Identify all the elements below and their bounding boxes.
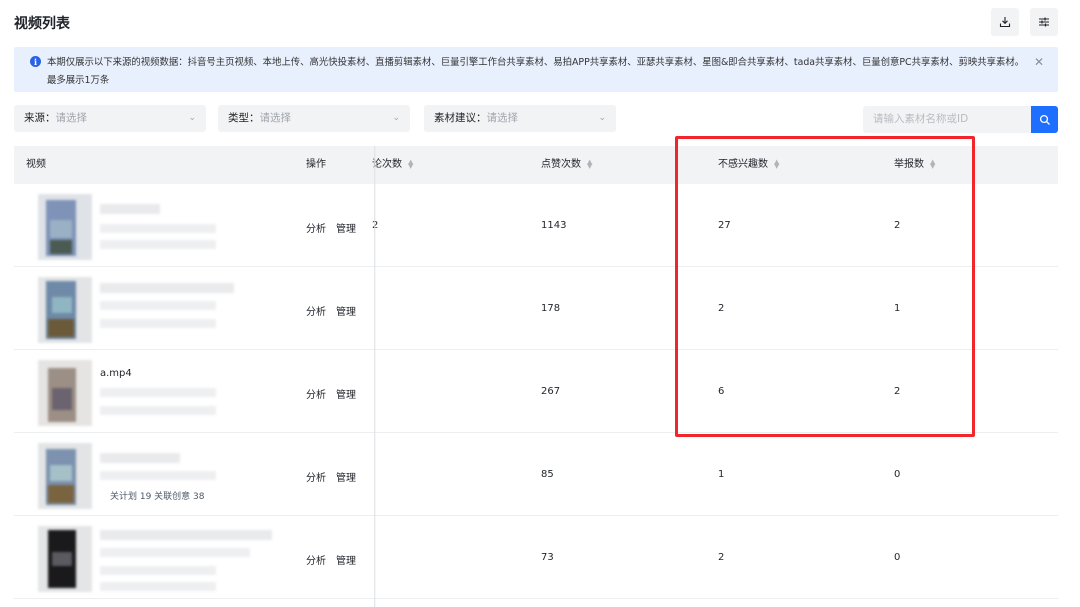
table-row: 分析 管理 73 2 0 — [14, 516, 1058, 599]
col-comments-label: 论次数 — [372, 159, 402, 170]
row-ops: 分析 管理 — [306, 469, 366, 484]
page-title: 视频列表 — [14, 16, 70, 32]
video-meta-blurred — [100, 548, 250, 557]
likes-cell: 1143 — [541, 220, 567, 231]
likes-cell: 73 — [541, 552, 554, 563]
video-meta-blurred — [100, 319, 216, 328]
col-ops: 操作 — [306, 159, 326, 170]
analyze-link[interactable]: 分析 — [306, 307, 326, 318]
column-settings-button[interactable] — [1030, 8, 1058, 36]
video-title-blurred — [100, 283, 234, 293]
dislikes-cell: 1 — [718, 469, 725, 480]
col-likes-label: 点赞次数 — [541, 159, 581, 170]
col-comments[interactable]: 论次数 ▲ ▼ — [372, 146, 413, 184]
video-meta-blurred — [100, 301, 216, 310]
type-select-label: 类型： — [228, 112, 260, 124]
likes-cell: 85 — [541, 469, 554, 480]
video-meta-blurred — [100, 240, 216, 249]
analyze-link[interactable]: 分析 — [306, 390, 326, 401]
sort-icon[interactable]: ▲ ▼ — [587, 159, 592, 170]
likes-cell: 267 — [541, 386, 561, 397]
suggestion-select-placeholder: 请选择 — [486, 112, 519, 124]
row-ops: 分析 管理 — [306, 386, 366, 401]
video-thumbnail[interactable] — [26, 524, 92, 592]
col-likes[interactable]: 点赞次数 ▲ ▼ — [541, 146, 592, 184]
manage-link[interactable]: 管理 — [336, 224, 356, 235]
source-select-placeholder: 请选择 — [55, 112, 88, 124]
download-icon — [999, 17, 1011, 28]
video-thumbnail[interactable] — [26, 441, 92, 509]
chevron-down-icon: ⌄ — [392, 113, 400, 123]
row-ops: 分析 管理 — [306, 552, 366, 567]
notice-text: 本期仅展示以下来源的视频数据：抖音号主页视频、本地上传、高光快投素材、直播剪辑素… — [47, 57, 1025, 86]
manage-link[interactable]: 管理 — [336, 390, 356, 401]
video-meta-blurred — [100, 406, 216, 415]
search-icon — [1039, 114, 1050, 125]
notice-banner: i 本期仅展示以下来源的视频数据：抖音号主页视频、本地上传、高光快投素材、直播剪… — [14, 47, 1058, 92]
analyze-link[interactable]: 分析 — [306, 224, 326, 235]
type-select[interactable]: 类型：请选择 ⌄ — [218, 105, 410, 132]
info-icon: i — [30, 56, 41, 67]
video-title-blurred — [100, 453, 180, 463]
row-ops: 分析 管理 — [306, 303, 366, 318]
fixed-column-divider — [374, 146, 376, 607]
type-select-placeholder: 请选择 — [259, 112, 292, 124]
video-name: a.mp4 — [100, 368, 132, 379]
manage-link[interactable]: 管理 — [336, 556, 356, 567]
source-select-label: 来源： — [24, 112, 56, 124]
search-button[interactable] — [1031, 106, 1058, 133]
video-meta-blurred — [100, 566, 216, 575]
video-meta-blurred — [100, 388, 216, 397]
download-button[interactable] — [991, 8, 1019, 36]
video-meta-blurred — [100, 582, 216, 591]
row-ops: 分析 管理 — [306, 220, 366, 235]
video-thumbnail[interactable] — [26, 358, 92, 426]
likes-cell: 178 — [541, 303, 561, 314]
manage-link[interactable]: 管理 — [336, 473, 356, 484]
analyze-link[interactable]: 分析 — [306, 556, 326, 567]
close-icon[interactable]: ✕ — [1034, 55, 1044, 69]
video-relations: 关计划 19 关联创意 38 — [110, 492, 205, 502]
analyze-link[interactable]: 分析 — [306, 473, 326, 484]
reports-cell: 0 — [894, 469, 901, 480]
reports-cell: 0 — [894, 552, 901, 563]
sort-icon[interactable]: ▲ ▼ — [408, 159, 413, 170]
col-video: 视频 — [26, 159, 46, 170]
chevron-down-icon: ⌄ — [598, 113, 606, 123]
source-select[interactable]: 来源：请选择 ⌄ — [14, 105, 206, 132]
video-thumbnail[interactable] — [26, 192, 92, 260]
video-title-blurred — [100, 204, 160, 214]
manage-link[interactable]: 管理 — [336, 307, 356, 318]
suggestion-select-label: 素材建议： — [434, 112, 487, 124]
search-input[interactable]: 请输入素材名称或ID — [863, 106, 1031, 133]
video-thumbnail[interactable] — [26, 275, 92, 343]
highlight-annotation-box — [675, 136, 975, 437]
sliders-icon — [1039, 17, 1049, 27]
table-row: 关计划 19 关联创意 38 分析 管理 85 1 0 — [14, 433, 1058, 516]
dislikes-cell: 2 — [718, 552, 725, 563]
video-meta-blurred — [100, 224, 216, 233]
video-meta-blurred — [100, 471, 216, 480]
video-title-blurred — [100, 530, 272, 540]
suggestion-select[interactable]: 素材建议：请选择 ⌄ — [424, 105, 616, 132]
chevron-down-icon: ⌄ — [188, 113, 196, 123]
